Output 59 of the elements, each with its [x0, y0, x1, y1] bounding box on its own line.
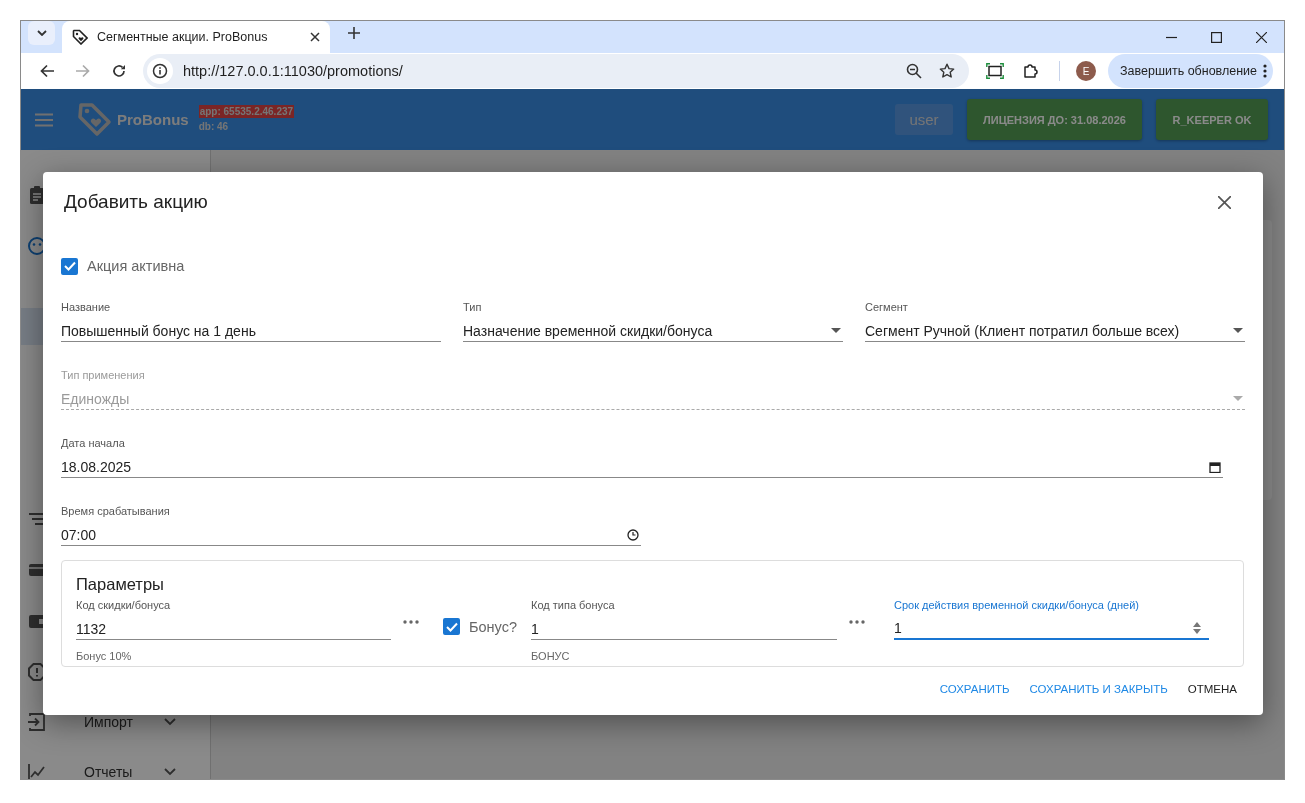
number-field[interactable]: Срок действия временной скидки/бонуса (дней) 1: [894, 594, 1209, 646]
tag-heart-icon: [77, 101, 113, 138]
more-horizontal-icon[interactable]: [403, 620, 419, 624]
back-arrow-icon[interactable]: [40, 64, 54, 78]
dropdown-arrow-icon: [1233, 328, 1243, 333]
dialog-button[interactable]: СОХРАНИТЬ И ЗАКРЫТЬ: [1021, 679, 1176, 699]
clock-icon: [627, 528, 639, 541]
text-field[interactable]: Код типа бонуса 1: [531, 594, 837, 646]
chart-icon: [27, 762, 47, 779]
spinner-down-icon[interactable]: [1193, 629, 1201, 634]
app-version: app: 65535.2.46.237: [198, 105, 295, 118]
screenshot-icon[interactable]: [986, 63, 1004, 79]
spinner-up-icon[interactable]: [1193, 622, 1201, 627]
dialog-button[interactable]: СОХРАНИТЬ: [931, 679, 1018, 699]
zoom-out-icon[interactable]: [905, 63, 922, 79]
select-field[interactable]: Тип Назначение временной скидки/бонуса: [463, 284, 843, 348]
close-icon[interactable]: [1218, 195, 1231, 209]
maximize-icon[interactable]: [1211, 31, 1222, 43]
text-field[interactable]: Код скидки/бонуса 1132: [76, 594, 391, 646]
calendar-icon: [1209, 460, 1221, 473]
more-horizontal-icon[interactable]: [849, 620, 865, 624]
sidebar-item[interactable]: Отчеты: [21, 747, 210, 779]
sidebar-item[interactable]: Импорт: [21, 697, 210, 747]
tag-icon: [72, 29, 88, 45]
tab-list-button[interactable]: [28, 21, 55, 45]
address-bar[interactable]: http://127.0.0.1:11030/promotions/: [143, 54, 969, 88]
date-field[interactable]: Дата начала 18.08.2025: [61, 420, 1223, 484]
profile-avatar[interactable]: E: [1076, 61, 1096, 81]
star-icon[interactable]: [938, 63, 955, 79]
time-field[interactable]: Время срабатывания 07:00: [61, 488, 641, 552]
plus-icon[interactable]: [348, 27, 360, 39]
checkbox[interactable]: [61, 257, 78, 275]
puzzle-icon[interactable]: [1023, 63, 1039, 79]
brand-name: ProBonus: [117, 111, 189, 128]
dialog-button[interactable]: ОТМЕНА: [1179, 679, 1245, 699]
db-version: db: 46: [198, 121, 230, 132]
chevron-down-icon: [164, 718, 176, 726]
reload-icon[interactable]: [112, 64, 126, 78]
select-field: Тип применения Единожды: [61, 352, 1245, 416]
text-field[interactable]: Название Повышенный бонус на 1 день: [61, 284, 441, 348]
more-vertical-icon: [1263, 64, 1268, 78]
checkbox-label: Акция активна: [87, 258, 185, 274]
helper-text: Бонус 10%: [76, 650, 133, 662]
dialog-title: Добавить акцию: [64, 191, 208, 213]
close-icon[interactable]: [1256, 31, 1267, 43]
close-icon[interactable]: [310, 32, 320, 42]
chevron-down-icon: [164, 768, 176, 776]
select-field[interactable]: Сегмент Сегмент Ручной (Клиент потратил больше всех): [865, 284, 1245, 348]
browser-tab[interactable]: Сегментные акции. ProBonus: [62, 21, 330, 53]
panel-title: Параметры: [76, 575, 165, 594]
chevron-down-icon: [36, 30, 47, 36]
import-icon: [27, 712, 47, 732]
helper-text: БОНУС: [531, 650, 571, 662]
dropdown-arrow-icon: [831, 328, 841, 333]
checkbox-label: Бонус?: [469, 618, 517, 635]
checkbox[interactable]: [443, 618, 460, 635]
dropdown-arrow-icon: [1233, 396, 1243, 401]
info-icon[interactable]: [152, 63, 168, 79]
update-button[interactable]: Завершить обновление: [1108, 54, 1274, 88]
